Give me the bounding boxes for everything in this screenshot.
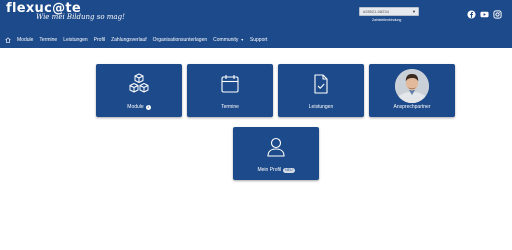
account-select[interactable]: #28521-08234 ▼ — [359, 7, 419, 16]
tile-leistungen[interactable]: Leistungen — [278, 64, 364, 117]
facebook-icon[interactable] — [467, 10, 476, 19]
avatar — [395, 69, 429, 103]
tile-module[interactable]: Module 1 — [96, 64, 182, 117]
nav-item-support[interactable]: Support — [250, 37, 268, 43]
chevron-down-icon: ▼ — [240, 37, 244, 42]
tile-module-label: Module — [127, 104, 144, 110]
new-badge: NEU — [283, 167, 295, 173]
nav-item-termine[interactable]: Termine — [39, 37, 57, 43]
nav-item-community[interactable]: Community ▼ — [213, 37, 244, 43]
slogan: Wie mei Bildung so mag! — [36, 13, 125, 21]
nav-item-community-label: Community — [213, 36, 239, 43]
tile-termine-label: Termine — [221, 104, 239, 110]
document-check-icon — [314, 74, 328, 94]
contact-photo — [395, 69, 429, 103]
notification-badge: 1 — [145, 104, 151, 110]
nav-item-zahlungsverlauf[interactable]: Zahlungsverlauf — [111, 37, 147, 43]
instagram-icon[interactable] — [493, 10, 502, 19]
youtube-icon[interactable] — [480, 10, 489, 19]
tile-mein-profil[interactable]: Mein Profil NEU — [233, 127, 319, 180]
main-nav: Module Termine Leistungen Profil Zahlung… — [0, 31, 512, 48]
header-bar: flexuc@te Wie mei Bildung so mag! #28521… — [0, 0, 512, 48]
chevron-down-icon: ▼ — [412, 9, 416, 14]
nav-item-profil[interactable]: Profil — [94, 37, 105, 43]
tile-termine[interactable]: Termine — [187, 64, 273, 117]
cubes-icon — [129, 73, 149, 93]
tile-mein-profil-label: Mein Profil — [257, 167, 282, 173]
tile-ansprechpartner-label: Ansprechpartner — [393, 104, 431, 110]
home-icon[interactable] — [5, 36, 11, 43]
nav-item-module[interactable]: Module — [17, 37, 33, 43]
account-sub-label: Zahlstellenbindung — [372, 18, 402, 22]
nav-item-leistungen[interactable]: Leistungen — [63, 37, 87, 43]
calendar-icon — [221, 75, 239, 93]
user-icon — [267, 137, 285, 157]
tile-leistungen-label: Leistungen — [308, 104, 334, 110]
nav-item-organisationsunterlagen[interactable]: Organisationsunterlagen — [153, 37, 207, 43]
tile-ansprechpartner[interactable]: Ansprechpartner — [369, 64, 455, 117]
account-select-value: #28521-08234 — [363, 9, 389, 14]
